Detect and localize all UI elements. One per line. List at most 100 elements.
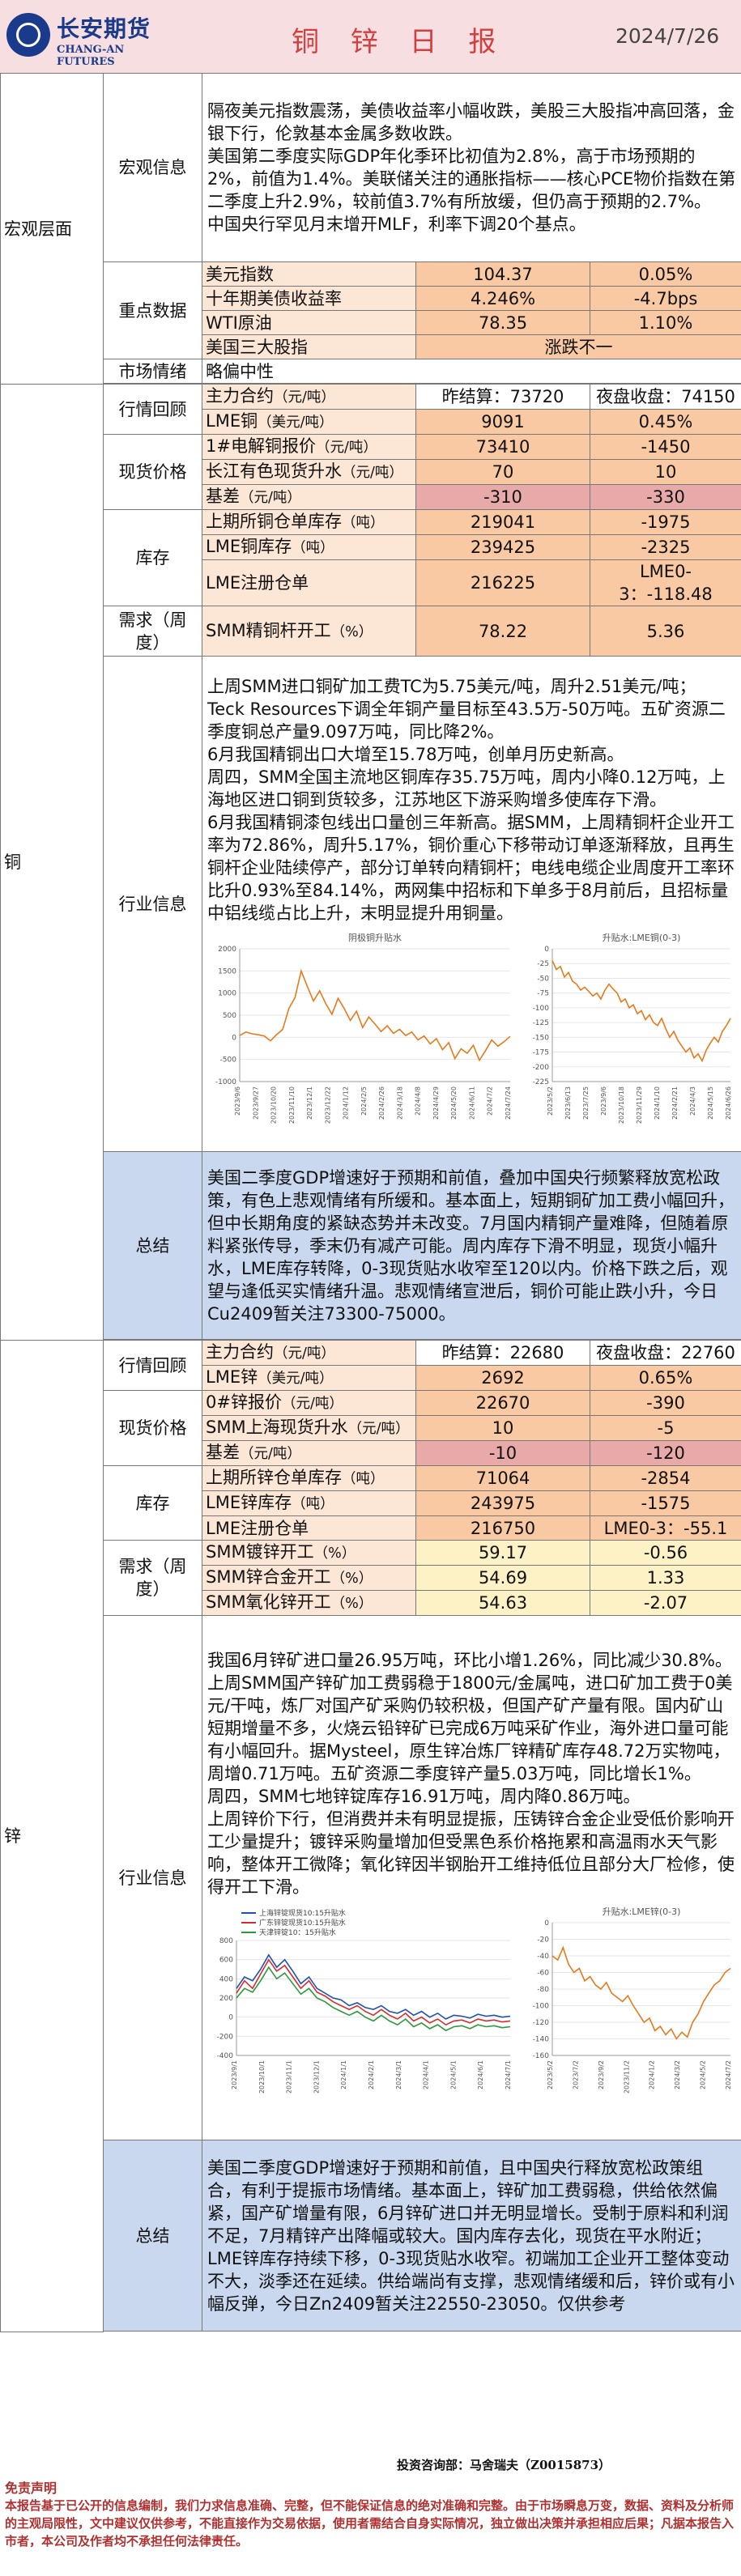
legend-label: 广东锌锭现货10:15升贴水 <box>259 1918 346 1928</box>
y-tick-label: -150 <box>533 1034 550 1042</box>
y-tick-label: -60 <box>537 1969 549 1977</box>
cu-inv-name: 上期所铜仓单库存（吨） <box>202 509 416 535</box>
zn-inventory-label: 库存 <box>103 1465 202 1541</box>
cu-spot-value: 70 <box>415 459 590 485</box>
zn-demand-change: 1.33 <box>589 1565 741 1591</box>
cu-industry-para: 6月我国精铜漆包线出口量创三年新高。据SMM，上周精铜杆企业开工率为72.86%… <box>207 812 735 923</box>
disclaimer-text: 本报告基于已公开的信息编制，我们力求信息准确、完整，但不能保证信息的绝对准确和完… <box>5 2498 735 2548</box>
x-tick-label: 2023/7/25 <box>582 1086 590 1120</box>
cu-inv-value: 239425 <box>415 534 590 560</box>
series-line <box>551 959 731 1062</box>
x-tick-label: 2023/9/27 <box>252 1086 259 1120</box>
cu-lme-change: 0.45% <box>589 409 741 435</box>
cu-demand-label: 需求（周度） <box>103 606 202 657</box>
zn-inv-name: 上期所锌仓单库存（吨） <box>202 1465 416 1491</box>
y-tick-label: 1500 <box>218 967 236 976</box>
x-tick-label: 2023/9/2 <box>598 2060 605 2089</box>
x-tick-label: 2024/3/1 <box>395 2060 402 2089</box>
zn-lme-spread: LME0-3：-55.1 <box>589 1515 741 1541</box>
cu-lme-spread-chart: 升贴水:LME铜(0-3) 0 -25 -50 -75 -100 -125 -150 -175 -… <box>533 932 732 1124</box>
y-tick-label: -160 <box>533 2052 550 2060</box>
x-tick-label: 2023/11/10 <box>288 1086 296 1124</box>
x-tick-label: 2024/5/15 <box>707 1086 714 1120</box>
logo-english-name: CHANG-AN FUTURES <box>57 44 125 68</box>
x-tick-label: 2024/4/8 <box>415 1086 422 1116</box>
cu-industry-label: 行业信息 <box>103 656 202 1152</box>
y-tick-label: 500 <box>223 1012 236 1020</box>
cu-spot-label: 现货价格 <box>103 434 202 510</box>
company-logo: 长安期货 CHANG-AN FUTURES <box>6 8 151 68</box>
disclaimer-title: 免责声明 <box>5 2480 57 2496</box>
x-tick-label: 2024/3/18 <box>396 1086 403 1120</box>
sentiment-value: 略偏中性 <box>201 359 741 384</box>
key-data-change: -4.7bps <box>589 286 741 311</box>
y-tick-label: 2000 <box>218 946 236 954</box>
key-data-change: 1.10% <box>589 310 741 335</box>
cu-inv-value: 219041 <box>415 509 590 535</box>
zn-demand-change: -2.07 <box>589 1590 741 1616</box>
zn-basis-change: -120 <box>589 1440 741 1466</box>
chart-title: 阴极铜升贴水 <box>348 932 402 943</box>
macro-info-text: 隔夜美元指数震荡，美债收益率小幅收跌，美股三大股指冲高回落，金银下行，伦敦基本金… <box>201 73 741 262</box>
x-tick-label: 2024/7/2 <box>487 1086 494 1116</box>
x-tick-label: 2024/5/2 <box>700 2060 707 2089</box>
y-tick-label: -125 <box>533 1019 549 1027</box>
key-data-change: 0.05% <box>589 261 741 287</box>
x-tick-label: 2024/1/10 <box>654 1086 661 1120</box>
key-data-name: 美元指数 <box>202 261 416 287</box>
cu-chart-cathode-premium: 阴极铜升贴水 2000 1500 1000 500 0 -500 -1000 2023/9/6 2… <box>207 929 515 1132</box>
key-data-value: 104.37 <box>415 261 590 287</box>
x-tick-label: 2024/3/2 <box>674 2060 681 2089</box>
y-tick-label: -200 <box>533 1063 550 1071</box>
cu-summary-label: 总结 <box>103 1151 202 1340</box>
cu-basis-value: -310 <box>415 484 590 510</box>
logo-chinese-name: 长安期货 <box>57 15 151 42</box>
cu-inv-name: LME注册仓单 <box>202 559 416 606</box>
zn-main-contract: 主力合约（元/吨） <box>202 1340 416 1366</box>
cu-industry-para: 6月我国精铜出口大增至15.78万吨，创单月历史新高。 <box>207 744 624 764</box>
y-tick-label: -50 <box>537 975 549 983</box>
chart-title: 升贴水:LME铜(0-3) <box>603 932 681 943</box>
legend-label: 上海锌锭现货10:15升贴水 <box>259 1908 346 1918</box>
zn-chart-spot-premium: 800 600 400 200 0 -200 -400 2023/9/1 2023/10/1 20… <box>207 1903 515 2106</box>
zn-basis-value: -10 <box>415 1440 590 1466</box>
y-tick-label: 0 <box>232 1034 236 1042</box>
y-tick-label: 400 <box>219 1975 233 1983</box>
cu-inv-name: LME铜库存（吨） <box>202 534 416 560</box>
x-tick-label: 2024/1/2 <box>649 2060 656 2089</box>
report-footer: 投资咨询部：马舍瑞夫（Z0015873） 免责声明 本报告基于已公开的信息编制，… <box>0 2442 741 2576</box>
x-tick-label: 2024/4/3 <box>689 1086 696 1116</box>
report-date: 2024/7/26 <box>615 24 720 48</box>
sentiment-label: 市场情绪 <box>103 359 202 384</box>
x-tick-label: 2024/6/1 <box>477 2060 484 2089</box>
y-tick-label: -1000 <box>215 1078 236 1086</box>
x-tick-label: 2024/2/26 <box>378 1086 385 1120</box>
x-tick-label: 2023/10/20 <box>270 1086 278 1124</box>
x-tick-label: 2024/1/12 <box>343 1086 350 1120</box>
report-title: 铜 锌 日 报 <box>292 26 508 58</box>
cu-cathode-premium-chart: 阴极铜升贴水 2000 1500 1000 500 0 -500 -10002023/9/6 2… <box>215 932 512 1124</box>
cu-main-prev-settle: 昨结算：73720 <box>415 384 590 410</box>
y-tick-label: -500 <box>220 1056 237 1064</box>
section-copper: 铜 <box>0 384 104 1341</box>
x-tick-label: 2024/5/1 <box>449 2060 457 2089</box>
x-tick-label: 2024/2/21 <box>671 1086 679 1120</box>
y-tick-label: 600 <box>219 1956 233 1964</box>
cu-market-label: 行情回顾 <box>103 384 202 435</box>
y-tick-label: -100 <box>533 1004 550 1012</box>
cu-inv-change: -2325 <box>589 534 741 560</box>
x-tick-label: 2024/4/1 <box>423 2060 430 2089</box>
y-tick-label: -200 <box>217 2033 234 2041</box>
x-tick-label: 2024/4/29 <box>432 1086 440 1120</box>
zn-inv-change: -2854 <box>589 1465 741 1491</box>
x-tick-label: 2023/5/2 <box>547 2060 554 2089</box>
zn-spot-change: -390 <box>589 1390 741 1416</box>
series-line <box>236 1966 511 2031</box>
y-tick-label: 0 <box>544 1919 549 1928</box>
x-tick-label: 2024/5/20 <box>450 1086 458 1120</box>
section-zinc: 锌 <box>0 1340 104 2332</box>
key-data-name: 十年期美债收益率 <box>202 286 416 311</box>
cu-spot-name: 长江有色现货升水（元/吨） <box>202 459 416 485</box>
x-tick-label: 2023/11/29 <box>636 1086 643 1124</box>
x-tick-label: 2023/10/1 <box>258 2060 266 2094</box>
